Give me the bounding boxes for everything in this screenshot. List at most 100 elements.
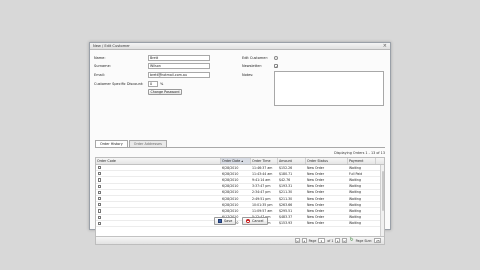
table-row[interactable]: 6/17/20102:10:52 pm$153.93New OrderWaiti…: [96, 221, 384, 227]
header-payment[interactable]: Payment: [348, 158, 376, 164]
row-checkbox[interactable]: [98, 178, 102, 182]
save-button[interactable]: Save: [214, 217, 237, 225]
grid-scrollbar[interactable]: [380, 165, 384, 236]
cell-order-time: 2:34:47 pm: [252, 190, 271, 195]
cell-order-status: New Order: [307, 171, 325, 176]
cell-order-code: [96, 190, 221, 195]
cell-order-date: 6/28/2010: [222, 184, 239, 189]
displaying-count: Displaying Orders 1 - 13 of 13: [334, 151, 385, 155]
notes-textarea[interactable]: [274, 71, 384, 106]
page-label: Page: [308, 238, 317, 243]
cell-payment: Waiting: [349, 177, 361, 182]
header-order-code[interactable]: Order Code: [96, 158, 221, 164]
cell-payment: Waiting: [349, 196, 361, 201]
cell-order-date: 6/28/2010: [222, 208, 239, 213]
last-page-button[interactable]: ▸|: [342, 238, 348, 243]
cell-order-time: 11:43:44 am: [252, 171, 273, 176]
header-order-status[interactable]: Order Status: [306, 158, 348, 164]
header-order-date[interactable]: Order Date ▴: [221, 158, 251, 164]
page-size-label: Page Size:: [355, 238, 372, 243]
cell-order-status: New Order: [307, 190, 325, 195]
header-order-time[interactable]: Order Time: [251, 158, 278, 164]
row-checkbox[interactable]: [98, 166, 102, 170]
customer-form: Name: Brett Surname: Wilson Email: brett…: [90, 51, 390, 139]
cell-order-status: New Order: [307, 196, 325, 201]
cell-payment: Waiting: [349, 165, 361, 170]
cell-order-code: [96, 177, 221, 182]
name-label: Name:: [94, 56, 106, 60]
cell-order-time: 11:46:37 am: [252, 165, 273, 170]
page-size-select[interactable]: 25: [374, 238, 381, 243]
cell-amount: $42.76: [279, 177, 291, 182]
name-input[interactable]: Brett: [148, 55, 210, 61]
row-checkbox[interactable]: [98, 196, 102, 201]
newsletter-checkbox[interactable]: [274, 64, 278, 69]
cell-order-status: New Order: [307, 184, 325, 189]
cell-order-time: 9:41:14 am: [252, 177, 271, 182]
email-label: Email:: [94, 73, 105, 77]
orders-grid: Order Code Order Date ▴ Order Time Amoun…: [95, 157, 385, 245]
grid-header: Order Code Order Date ▴ Order Time Amoun…: [96, 158, 384, 165]
first-page-button[interactable]: |◂: [294, 238, 300, 243]
cell-order-code: [96, 221, 221, 226]
cell-order-date: 6/28/2010: [222, 202, 239, 207]
prev-page-button[interactable]: ◂: [301, 238, 307, 243]
refresh-icon[interactable]: ↻: [349, 238, 353, 243]
cell-amount: $152.26: [279, 165, 293, 170]
cell-order-date: 6/28/2010: [222, 177, 239, 182]
cell-amount: $211.30: [279, 190, 293, 195]
cell-order-code: [96, 215, 221, 220]
tab-order-history[interactable]: Order History: [95, 140, 128, 147]
cell-amount: $180.71: [279, 171, 293, 176]
cell-amount: $295.51: [279, 208, 293, 213]
scrollbar-thumb[interactable]: [381, 171, 384, 211]
cell-order-code: [96, 202, 221, 207]
cell-order-time: 3:37:47 pm: [252, 184, 271, 189]
row-checkbox[interactable]: [98, 184, 102, 188]
cell-order-date: 6/28/2010: [222, 196, 239, 201]
row-checkbox[interactable]: [98, 209, 102, 213]
email-input[interactable]: brett@hotmail.com.au: [148, 72, 210, 78]
row-checkbox[interactable]: [98, 215, 102, 219]
grid-pager: |◂ ◂ Page 1 of 1 ▸ ▸| ↻ Page Size: 25: [96, 236, 384, 244]
cell-order-status: New Order: [307, 215, 325, 220]
cell-payment: Waiting: [349, 202, 361, 207]
close-icon[interactable]: ×: [383, 43, 387, 49]
cell-order-time: 10:01:35 pm: [252, 202, 273, 207]
change-password-button[interactable]: Change Password: [148, 89, 182, 95]
row-checkbox[interactable]: [98, 190, 102, 194]
edit-customer-checkbox[interactable]: [274, 56, 278, 60]
cell-order-code: [96, 165, 221, 170]
cell-order-code: [96, 184, 221, 189]
cell-amount: $153.93: [279, 221, 293, 226]
row-checkbox[interactable]: [98, 172, 102, 176]
cell-order-code: [96, 196, 221, 201]
customer-dialog: New / Edit Customer × Name: Brett Surnam…: [89, 42, 391, 245]
cell-payment: Full Paid: [349, 171, 363, 176]
cell-order-date: 6/28/2010: [222, 165, 239, 170]
discount-label: Customer Specific Discount:: [94, 82, 144, 86]
header-amount[interactable]: Amount: [278, 158, 306, 164]
cancel-button[interactable]: Cancel: [242, 217, 268, 225]
page-input[interactable]: 1: [318, 238, 326, 243]
page-of-label: of 1: [327, 238, 334, 243]
notes-label: Notes:: [242, 73, 254, 77]
newsletter-label: Newsletter:: [242, 64, 263, 68]
discount-input[interactable]: 0: [148, 81, 158, 87]
cell-payment: Waiting: [349, 190, 361, 195]
cell-order-time: 2:49:51 pm: [252, 196, 271, 201]
surname-input[interactable]: Wilson: [148, 63, 210, 69]
cell-payment: Waiting: [349, 208, 361, 213]
row-checkbox[interactable]: [98, 221, 102, 225]
cell-order-date: 6/28/2010: [222, 190, 239, 195]
edit-customer-label: Edit Customer:: [242, 56, 269, 60]
cell-payment: Waiting: [349, 221, 361, 226]
discount-unit: %: [160, 82, 164, 86]
row-checkbox[interactable]: [98, 203, 102, 207]
cell-amount: $193.31: [279, 184, 293, 189]
tab-order-addresses[interactable]: Order Addresses: [128, 140, 167, 147]
cell-order-code: [96, 208, 221, 213]
next-page-button[interactable]: ▸: [335, 238, 341, 243]
surname-label: Surname:: [94, 64, 111, 68]
tab-divider: [95, 147, 385, 148]
